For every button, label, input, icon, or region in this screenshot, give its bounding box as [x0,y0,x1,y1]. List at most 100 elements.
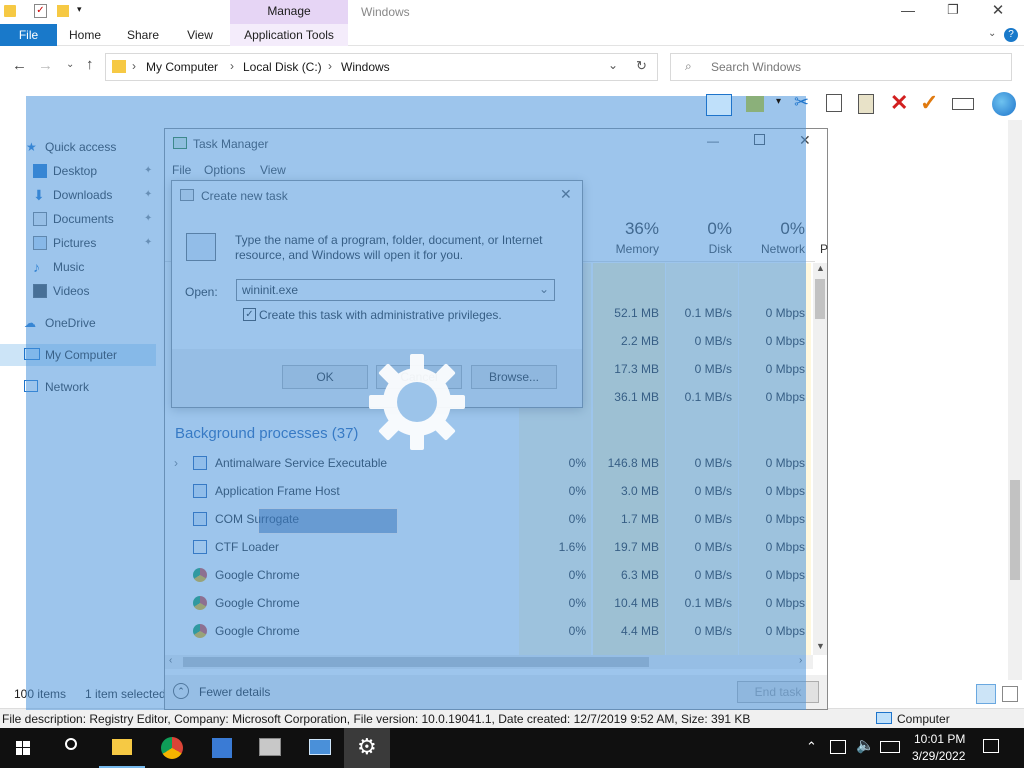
nav-downloads[interactable]: ⬇ Downloads ✦ [0,184,156,206]
breadcrumb-local-disk[interactable]: Local Disk (C:) [243,60,322,74]
open-combobox[interactable]: wininit.exe ⌄ [236,279,555,301]
background-processes-header[interactable]: Background processes (37) [175,425,358,442]
tab-view[interactable]: View [178,24,222,46]
back-icon[interactable]: ← [12,57,27,74]
check-icon[interactable]: ✓ [920,90,938,116]
scroll-right-icon[interactable]: › [799,655,802,666]
table-row[interactable]: Google Chrome 0% 10.4 MB 0.1 MB/s 0 Mbps [165,589,807,617]
breadcrumb-my-computer[interactable]: My Computer [146,60,218,74]
start-button[interactable] [0,728,46,768]
scroll-up-icon[interactable]: ▲ [816,263,825,273]
cancel-button[interactable]: Cancel [376,365,462,389]
menu-file[interactable]: File [172,163,191,177]
refresh-icon[interactable]: ↻ [636,58,647,74]
menu-view[interactable]: View [260,163,286,177]
fewer-details-link[interactable]: Fewer details [199,685,270,699]
new-folder-icon[interactable] [57,5,69,17]
details-view-icon[interactable] [976,684,996,704]
nav-desktop[interactable]: Desktop ✦ [0,160,156,182]
chrome-taskbar-button[interactable] [148,728,194,768]
col-memory[interactable]: 36% Memory [587,219,659,256]
tab-application-tools[interactable]: Application Tools [230,24,348,46]
breadcrumb-windows[interactable]: Windows [341,60,390,74]
table-row[interactable]: Google Chrome 0% 6.3 MB 0 MB/s 0 Mbps [165,561,807,589]
tab-home[interactable]: Home [62,24,108,46]
search-input[interactable]: ⌕ Search Windows [670,53,1012,81]
forward-icon[interactable]: → [38,57,53,74]
minimize-button[interactable]: — [896,2,920,18]
scroll-down-icon[interactable]: ▼ [816,641,825,651]
file-explorer-taskbar-button[interactable] [99,728,145,768]
rename-icon[interactable] [952,98,974,110]
ribbon-expand-icon[interactable]: ⌄ [988,28,996,39]
computer-taskbar-button[interactable] [246,728,292,768]
nav-onedrive[interactable]: ☁ OneDrive [0,312,156,334]
table-row[interactable]: Application Frame Host 0% 3.0 MB 0 MB/s … [165,477,807,505]
chevron-down-icon[interactable]: ⌄ [539,282,549,296]
admin-checkbox[interactable]: ✓ [243,308,256,321]
collapse-circle-icon[interactable]: ⌃ [173,683,189,699]
clock-time[interactable]: 10:01 PM [914,732,965,746]
tab-file[interactable]: File [0,24,57,46]
address-dropdown-icon[interactable]: ⌄ [608,58,618,72]
search-taskbar-button[interactable] [50,728,96,768]
table-row[interactable]: CTF Loader 1.6% 19.7 MB 0 MB/s 0 Mbps [165,533,807,561]
address-box[interactable]: › My Computer › Local Disk (C:) › Window… [105,53,658,81]
large-icons-view-icon[interactable] [1002,686,1018,702]
cut-icon[interactable]: ✂ [794,92,809,113]
tm-horizontal-scrollbar[interactable]: ‹ › [165,655,813,669]
help-icon[interactable]: ? [1004,28,1018,42]
scroll-thumb[interactable] [1010,480,1020,580]
qat-dropdown-icon[interactable]: ▾ [77,4,82,15]
notifications-icon[interactable] [983,739,999,753]
explorer-scrollbar[interactable] [1008,120,1022,680]
keyboard-icon[interactable] [880,741,900,753]
tm-vertical-scrollbar[interactable]: ▲ ▼ [813,263,827,655]
nav-network[interactable]: Network [0,376,156,398]
app-taskbar-button[interactable] [296,728,342,768]
scroll-thumb[interactable] [815,279,825,319]
scroll-left-icon[interactable]: ‹ [169,655,172,666]
pin-icon[interactable]: ✦ [144,208,152,230]
registry-taskbar-button[interactable] [198,728,244,768]
table-row[interactable]: › Antimalware Service Executable 0% 146.… [165,449,807,477]
menu-options[interactable]: Options [204,163,245,177]
properties-icon[interactable]: ✓ [34,4,47,18]
table-row[interactable]: Google Chrome 0% 4.4 MB 0 MB/s 0 Mbps [165,617,807,645]
nav-my-computer[interactable]: My Computer [0,344,156,366]
globe-icon[interactable] [992,92,1016,116]
tm-maximize-button[interactable] [754,134,765,145]
nav-pictures[interactable]: Pictures ✦ [0,232,156,254]
chevron-up-icon[interactable]: ⌃ [806,739,817,755]
recent-dropdown-icon[interactable]: ⌄ [66,59,74,70]
close-button[interactable]: ✕ [988,1,1008,19]
open-input[interactable]: wininit.exe [242,283,298,297]
browse-button[interactable]: Browse... [471,365,557,389]
expand-chevron-icon[interactable]: › [174,456,178,470]
paste-icon[interactable] [858,94,874,114]
maximize-button[interactable]: ❐ [944,2,962,18]
pin-icon[interactable]: ✦ [144,184,152,206]
col-power-partial[interactable]: P [820,242,828,256]
nav-videos[interactable]: Videos [0,280,156,302]
copy-icon[interactable] [826,94,842,112]
image-icon[interactable] [746,96,764,112]
up-icon[interactable]: ↑ [86,56,94,73]
clock-date[interactable]: 3/29/2022 [912,749,965,763]
end-task-button[interactable]: End task [737,681,819,703]
network-icon[interactable] [830,740,846,754]
scroll-thumb[interactable] [183,657,649,667]
volume-icon[interactable]: 🔈 [856,736,875,754]
ok-button[interactable]: OK [282,365,368,389]
col-disk[interactable]: 0% Disk [660,219,732,256]
pin-icon[interactable]: ✦ [144,160,152,182]
nav-music[interactable]: ♪ Music [0,256,156,278]
delete-icon[interactable]: ✕ [890,90,908,116]
pin-icon[interactable]: ✦ [144,232,152,254]
dropdown-icon[interactable]: ▾ [776,96,781,107]
tab-share[interactable]: Share [120,24,166,46]
admin-checkbox-label[interactable]: Create this task with administrative pri… [259,308,502,322]
tm-minimize-button[interactable]: — [707,134,719,148]
dialog-close-button[interactable]: ✕ [560,186,572,203]
nav-documents[interactable]: Documents ✦ [0,208,156,230]
